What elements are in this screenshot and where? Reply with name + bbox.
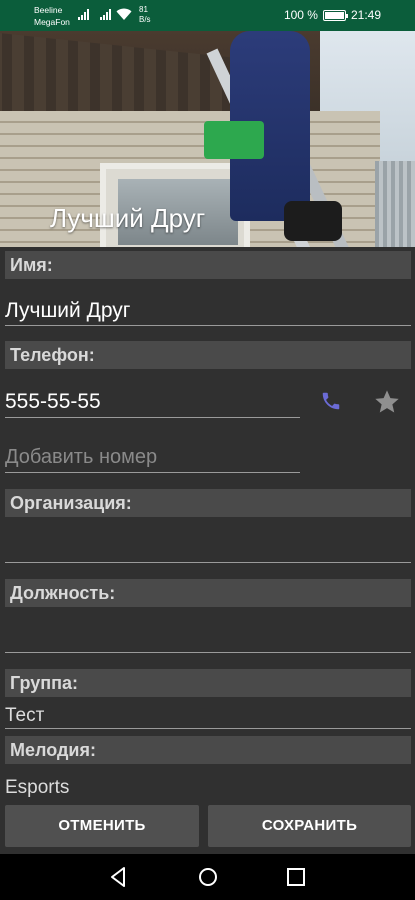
home-icon[interactable] [197,866,219,888]
navigation-bar [0,854,415,900]
battery-percent: 100 % [283,8,318,22]
clock: 21:49 [350,8,381,22]
contact-name-title: Лучший Друг [50,203,206,233]
status-bar: Beeline MegaFon 81 B/s 100 % 21:49 [0,0,415,31]
position-underline [5,652,411,653]
carrier-2: MegaFon [34,17,70,27]
position-label: Должность: [5,579,411,607]
group-label: Группа: [5,669,411,697]
back-icon[interactable] [108,866,130,888]
save-button[interactable]: СОХРАНИТЬ [208,805,411,847]
name-label: Имя: [5,251,411,279]
name-field[interactable]: Лучший Друг [5,298,130,324]
ringtone-selector[interactable]: Esports [5,775,69,801]
phone-field-underline [5,417,300,418]
cancel-button[interactable]: ОТМЕНИТЬ [5,805,199,847]
carrier-1: Beeline [34,5,63,15]
name-field-underline [5,325,411,326]
organization-label: Организация: [5,489,411,517]
phone-field[interactable]: 555-55-55 [5,389,101,415]
organization-underline [5,562,411,563]
ringtone-label: Мелодия: [5,736,411,764]
add-number-input[interactable]: Добавить номер [5,444,157,470]
speed-unit: B/s [139,15,151,24]
add-number-underline [5,472,300,473]
network-speed: 81 B/s [139,5,151,25]
carrier-names: Beeline MegaFon [34,4,70,28]
contact-edit-screen: Beeline MegaFon 81 B/s 100 % 21:49 Лучши… [0,0,415,900]
status-right: 100 % 21:49 [284,8,381,22]
signal-icon-2 [100,9,111,20]
star-icon[interactable] [373,388,401,416]
phone-label: Телефон: [5,341,411,369]
speed-value: 81 [139,5,148,14]
wifi-icon [116,8,132,20]
signal-icon [78,9,89,20]
phone-call-icon[interactable] [320,390,342,412]
recents-icon[interactable] [285,866,307,888]
battery-icon [322,9,348,21]
group-underline [5,728,411,729]
contact-photo[interactable]: Лучший Друг [0,31,415,247]
group-selector[interactable]: Тест [5,703,44,729]
